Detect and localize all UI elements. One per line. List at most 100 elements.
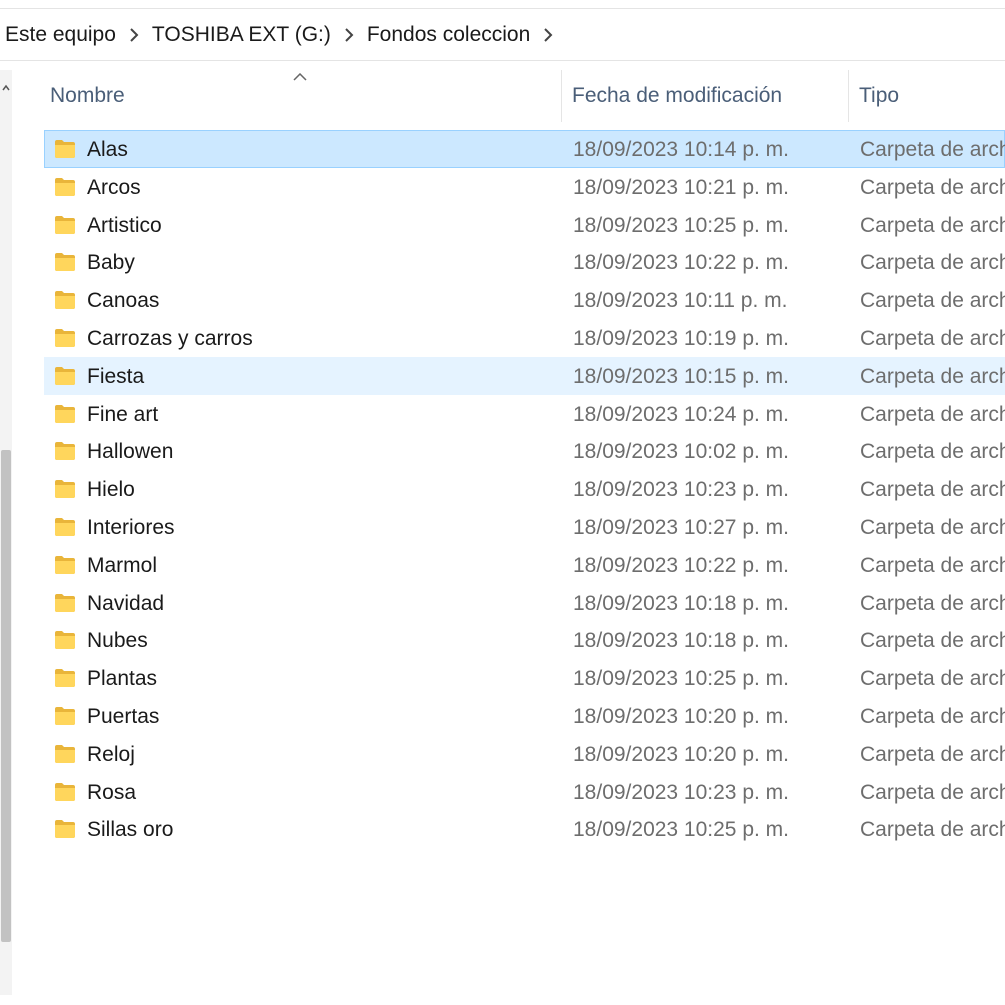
file-name: Plantas — [87, 667, 158, 691]
file-row[interactable]: Alas 18/09/2023 10:14 p. m. Carpeta de arc… — [44, 130, 1005, 168]
file-row[interactable]: Fiesta 18/09/2023 10:15 p. m. Carpeta de a… — [44, 356, 1005, 395]
file-row[interactable]: Carrozas y carros 18/09/2023 10:19 p. m. C… — [44, 319, 1005, 357]
folder-icon — [54, 252, 76, 272]
file-date-modified: 18/09/2023 10:25 p. m. — [573, 818, 789, 842]
file-row[interactable]: Reloj 18/09/2023 10:20 p. m. Carpeta de ar… — [44, 735, 1005, 773]
file-name: Baby — [87, 251, 135, 275]
file-type: Carpeta de archivos — [860, 667, 1005, 691]
file-name: Carrozas y carros — [87, 326, 253, 350]
folder-icon — [54, 479, 76, 499]
file-row[interactable]: Hielo 18/09/2023 10:23 p. m. Carpeta de ar… — [44, 470, 1005, 508]
file-type: Carpeta de archivos — [860, 289, 1005, 313]
file-row[interactable]: Sillas oro 18/09/2023 10:25 p. m. Carpeta … — [44, 810, 1005, 848]
file-type: Carpeta de archivos — [860, 742, 1005, 766]
file-name: Alas — [87, 138, 128, 161]
file-name: Navidad — [87, 591, 165, 615]
folder-icon — [54, 215, 76, 235]
folder-icon — [54, 517, 76, 537]
breadcrumb-este-equipo[interactable]: Este equipo — [0, 9, 122, 61]
file-type: Carpeta de archivos — [860, 818, 1005, 842]
file-date-modified: 18/09/2023 10:24 p. m. — [573, 402, 789, 426]
file-name: Hielo — [87, 478, 135, 502]
file-name: Puertas — [87, 704, 160, 728]
file-date-modified: 18/09/2023 10:20 p. m. — [573, 742, 789, 766]
file-date-modified: 18/09/2023 10:02 p. m. — [573, 440, 789, 464]
file-type: Carpeta de archivos — [860, 213, 1005, 237]
column-header-tipo[interactable]: Tipo — [848, 70, 1005, 122]
file-type: Carpeta de archivos — [860, 704, 1005, 728]
folder-icon — [54, 139, 76, 159]
file-row[interactable]: Marmol 18/09/2023 10:22 p. m. Carpeta de a… — [44, 546, 1005, 584]
chevron-right-icon[interactable] — [337, 9, 361, 61]
breadcrumb-toshiba-ext[interactable]: TOSHIBA EXT (G:) — [146, 9, 337, 61]
folder-icon — [54, 290, 76, 310]
breadcrumb-fondos-coleccion[interactable]: Fondos coleccion — [361, 9, 536, 61]
file-list: Alas 18/09/2023 10:14 p. m. Carpeta de arc… — [44, 130, 1005, 848]
file-date-modified: 18/09/2023 10:21 p. m. — [573, 175, 789, 199]
file-type: Carpeta de archivos — [860, 251, 1005, 275]
file-date-modified: 18/09/2023 10:18 p. m. — [573, 591, 789, 615]
chevron-right-icon[interactable] — [536, 9, 560, 61]
file-name: Fine art — [87, 402, 159, 426]
file-type: Carpeta de archivos — [860, 364, 1005, 388]
file-type: Carpeta de archivos — [860, 591, 1005, 615]
file-row[interactable]: Interiores 18/09/2023 10:27 p. m. Carpeta … — [44, 508, 1005, 546]
file-row[interactable]: Arcos 18/09/2023 10:21 p. m. Carpeta de ar… — [44, 168, 1005, 206]
folder-icon — [54, 441, 76, 461]
file-name: Interiores — [87, 515, 175, 539]
folder-icon — [54, 366, 76, 386]
folder-icon — [54, 177, 76, 197]
file-type: Carpeta de archivos — [860, 780, 1005, 804]
file-row[interactable]: Nubes 18/09/2023 10:18 p. m. Carpeta de ar… — [44, 621, 1005, 659]
file-name: Hallowen — [87, 440, 174, 464]
file-row[interactable]: Baby 18/09/2023 10:22 p. m. Carpeta de arc… — [44, 243, 1005, 281]
column-header-fecha[interactable]: Fecha de modificación — [561, 70, 848, 122]
file-name: Rosa — [87, 780, 137, 804]
navigation-pane-scrollbar[interactable] — [0, 70, 12, 995]
file-name: Marmol — [87, 553, 158, 577]
file-date-modified: 18/09/2023 10:15 p. m. — [573, 364, 789, 388]
file-date-modified: 18/09/2023 10:25 p. m. — [573, 213, 789, 237]
file-name: Nubes — [87, 629, 148, 653]
file-date-modified: 18/09/2023 10:23 p. m. — [573, 478, 789, 502]
file-row[interactable]: Artistico 18/09/2023 10:25 p. m. Carpeta d… — [44, 206, 1005, 244]
file-date-modified: 18/09/2023 10:18 p. m. — [573, 629, 789, 653]
file-row[interactable]: Plantas 18/09/2023 10:25 p. m. Carpeta de … — [44, 659, 1005, 697]
folder-icon — [54, 819, 76, 839]
folder-icon — [54, 593, 76, 613]
file-date-modified: 18/09/2023 10:23 p. m. — [573, 780, 789, 804]
file-row[interactable]: Canoas 18/09/2023 10:11 p. m. Carpeta de a… — [44, 281, 1005, 319]
file-row[interactable]: Navidad 18/09/2023 10:18 p. m. Carpeta de … — [44, 584, 1005, 622]
file-date-modified: 18/09/2023 10:20 p. m. — [573, 704, 789, 728]
file-row[interactable]: Fine art 18/09/2023 10:24 p. m. Carpeta de… — [44, 395, 1005, 433]
file-date-modified: 18/09/2023 10:19 p. m. — [573, 326, 789, 350]
file-name: Artistico — [87, 213, 162, 237]
column-header-nombre[interactable]: Nombre — [40, 70, 560, 122]
file-type: Carpeta de archivos — [860, 175, 1005, 199]
folder-icon — [54, 668, 76, 688]
file-type: Carpeta de archivos — [860, 629, 1005, 653]
address-bar[interactable]: Este equipo TOSHIBA EXT (G:) Fondos cole… — [0, 8, 1005, 61]
folder-icon — [54, 555, 76, 575]
folder-icon — [54, 782, 76, 802]
file-type: Carpeta de archivos — [860, 515, 1005, 539]
file-row[interactable]: Puertas 18/09/2023 10:20 p. m. Carpeta de … — [44, 697, 1005, 735]
file-row[interactable]: Hallowen 18/09/2023 10:02 p. m. Carpeta de… — [44, 432, 1005, 470]
file-date-modified: 18/09/2023 10:22 p. m. — [573, 251, 789, 275]
file-date-modified: 18/09/2023 10:22 p. m. — [573, 553, 789, 577]
folder-icon — [54, 744, 76, 764]
file-row[interactable]: Rosa 18/09/2023 10:23 p. m. Carpeta de arc… — [44, 773, 1005, 811]
file-type: Carpeta de archivos — [860, 138, 1005, 161]
file-date-modified: 18/09/2023 10:11 p. m. — [573, 289, 788, 313]
file-name: Reloj — [87, 742, 135, 766]
folder-icon — [54, 404, 76, 424]
file-explorer-window: Este equipo TOSHIBA EXT (G:) Fondos cole… — [0, 0, 1005, 1005]
file-type: Carpeta de archivos — [860, 478, 1005, 502]
file-date-modified: 18/09/2023 10:25 p. m. — [573, 667, 789, 691]
column-header-row: Nombre Fecha de modificación Tipo — [20, 70, 1005, 122]
scroll-up-arrow-icon[interactable] — [0, 78, 12, 98]
file-name: Fiesta — [87, 364, 145, 388]
file-type: Carpeta de archivos — [860, 326, 1005, 350]
scrollbar-thumb[interactable] — [1, 450, 11, 942]
chevron-right-icon[interactable] — [122, 9, 146, 61]
